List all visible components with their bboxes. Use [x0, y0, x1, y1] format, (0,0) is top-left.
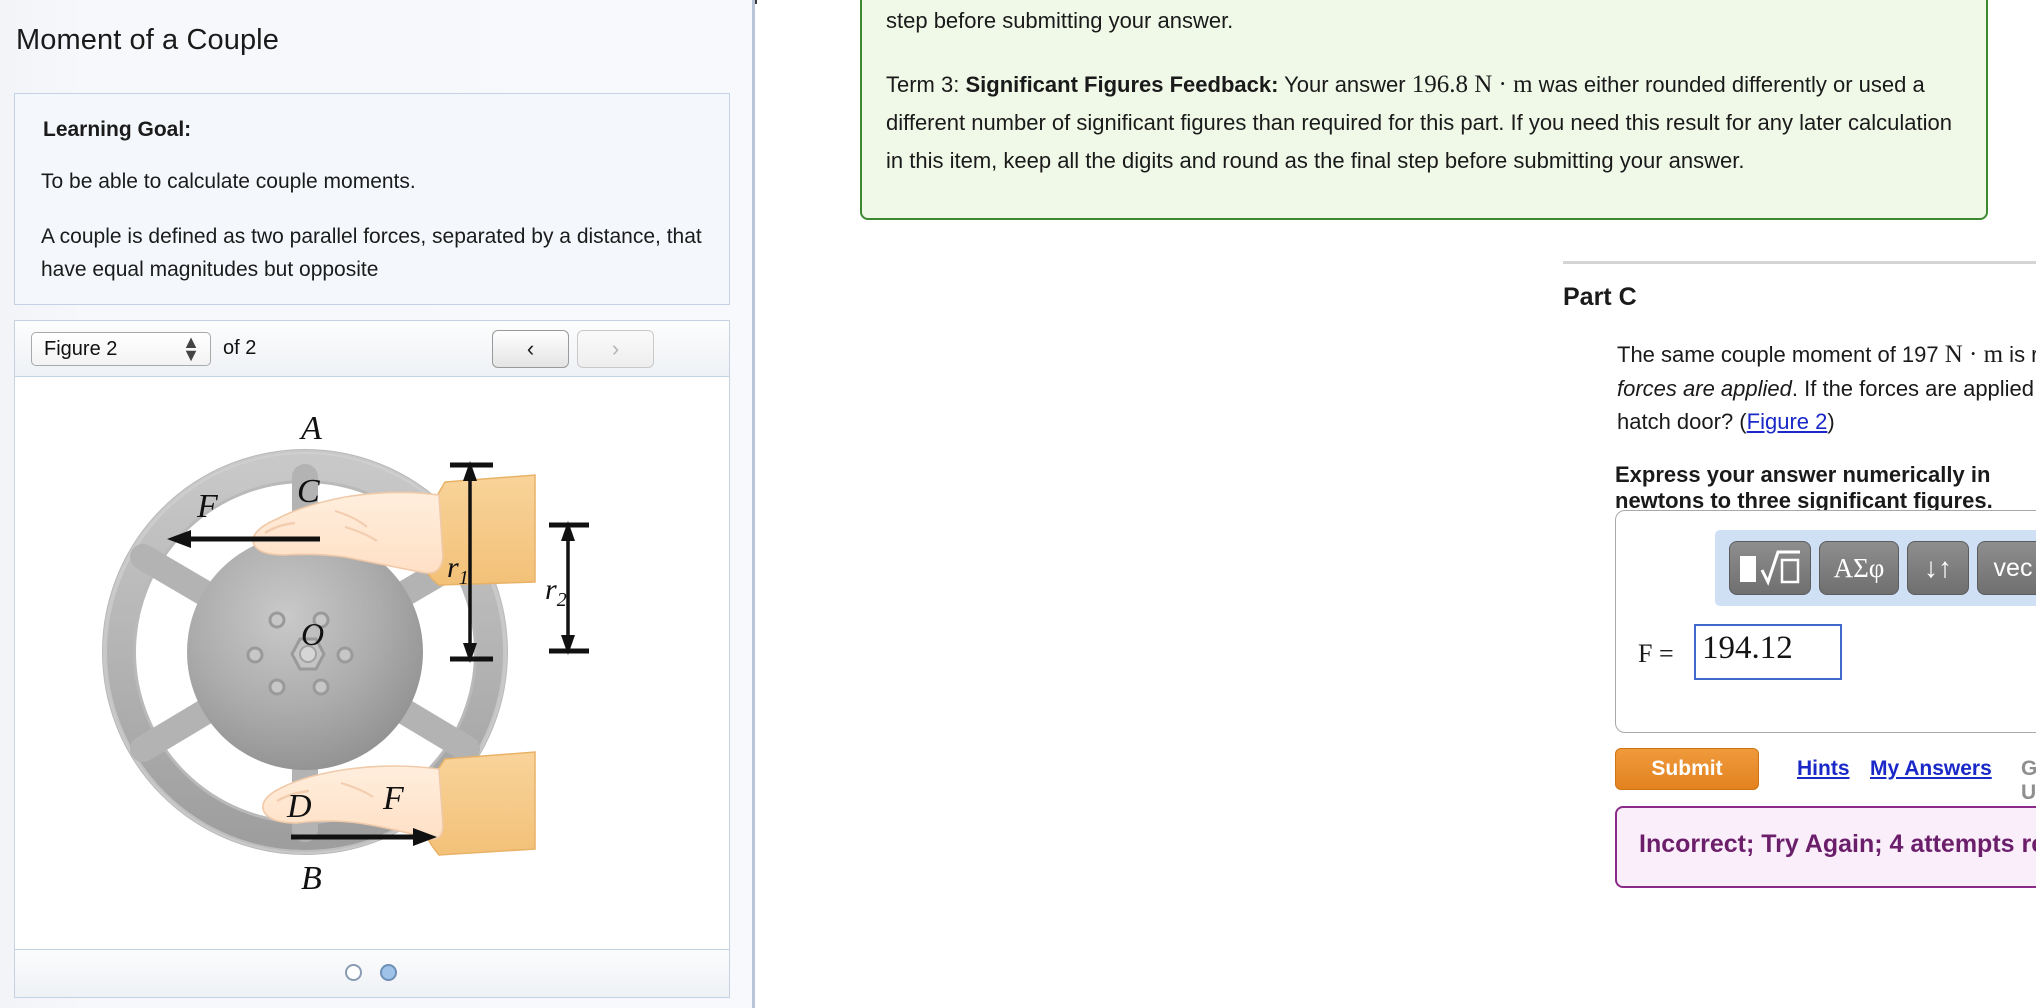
figure-select-value: Figure 2: [44, 338, 118, 360]
question-text-b: is required to open the hatch door,: [2009, 342, 2036, 367]
steering-wheel-figure: A B C D O F F r1 r2: [102, 410, 589, 897]
vector-button[interactable]: vec: [1977, 541, 2036, 595]
question-text-h: ): [1827, 409, 1835, 434]
figure-select[interactable]: Figure 2 ▲ ▼: [31, 332, 211, 366]
figure-pager: [14, 950, 730, 998]
chevron-updown-icon: ▲ ▼: [182, 332, 200, 365]
figure-label-o: O: [301, 616, 324, 652]
section-divider: [1563, 261, 2036, 264]
feedback-term-prefix: Term 3:: [886, 72, 966, 97]
left-panel: Moment of a Couple Learning Goal: To be …: [0, 0, 754, 1008]
figure-label-force-bottom: F: [382, 780, 405, 817]
incorrect-message: Incorrect; Try Again; 4 attempts remaini…: [1639, 830, 2036, 858]
figure-label-c: C: [297, 473, 320, 510]
give-up-link[interactable]: Give Up: [2021, 757, 2036, 805]
learning-goal-box: Learning Goal: To be able to calculate c…: [14, 93, 730, 305]
figure-label-d: D: [286, 788, 312, 825]
figure-count-label: of 2: [223, 337, 257, 359]
express-instruction: Express your answer numerically in newto…: [1615, 462, 1993, 513]
figure-prev-button[interactable]: ‹: [492, 330, 569, 368]
figure-2-link[interactable]: Figure 2: [1747, 409, 1828, 434]
answer-card: ΑΣφ ↓↑ vec F = 194.12: [1615, 510, 2036, 733]
greek-letters-button[interactable]: ΑΣφ: [1819, 541, 1899, 595]
question-text-c: . If the forces are applied at points: [1791, 376, 2036, 401]
feedback-answer-value: 196.8 N · m: [1411, 71, 1533, 98]
subscript-superscript-button[interactable]: ↓↑: [1907, 541, 1969, 595]
feedback-term3-paragraph: Term 3: Significant Figures Feedback: Yo…: [886, 66, 1966, 180]
submit-button[interactable]: Submit: [1615, 748, 1759, 790]
figure-viewport[interactable]: A B C D O F F r1 r2: [14, 377, 730, 950]
sqrt-icon: [1740, 550, 1800, 586]
mastering-physics-page: Moment of a Couple Learning Goal: To be …: [0, 0, 2036, 1008]
right-panel: step before submitting your answer. Term…: [757, 0, 2036, 1008]
figure-label-b: B: [301, 860, 322, 897]
part-c-heading: Part C: [1563, 283, 1637, 311]
learning-goal-paragraph-2: A couple is defined as two parallel forc…: [41, 225, 702, 281]
learning-goal-heading: Learning Goal:: [43, 118, 192, 141]
question-text-a: The same couple moment of 197: [1617, 342, 1945, 367]
figure-selector-bar: Figure 2 ▲ ▼ of 2 ‹ ›: [14, 320, 730, 377]
learning-goal-paragraph-1: To be able to calculate couple moments.: [41, 170, 416, 193]
feedback-text-a: Your answer: [1278, 72, 1412, 97]
hints-link[interactable]: Hints: [1797, 757, 1850, 781]
answer-input[interactable]: 194.12: [1694, 624, 1842, 680]
figure-label-a: A: [299, 410, 322, 447]
question-moment-units: N · m: [1944, 341, 2004, 368]
panel-divider: [752, 0, 755, 1008]
math-toolbar: ΑΣφ ↓↑ vec: [1715, 530, 2036, 606]
incorrect-banner: Incorrect; Try Again; 4 attempts remaini…: [1615, 806, 2036, 888]
significant-figures-feedback-box: step before submitting your answer. Term…: [860, 0, 1988, 220]
feedback-term-bold: Significant Figures Feedback:: [965, 72, 1279, 97]
feedback-top-line: step before submitting your answer.: [886, 8, 1234, 33]
figure-page-dot-1[interactable]: [345, 964, 362, 981]
figure-label-force-top: F: [196, 488, 219, 525]
my-answers-link[interactable]: My Answers: [1870, 757, 1992, 781]
figure-page-dot-2[interactable]: [380, 964, 397, 981]
figure-next-button[interactable]: ›: [577, 330, 654, 368]
answer-variable-label: F =: [1638, 639, 1674, 668]
template-sqrt-button[interactable]: [1729, 541, 1811, 595]
part-c-question: The same couple moment of 197 N · m is r…: [1617, 338, 2036, 438]
page-title: Moment of a Couple: [16, 24, 279, 56]
figure-label-r2: r2: [545, 573, 567, 611]
